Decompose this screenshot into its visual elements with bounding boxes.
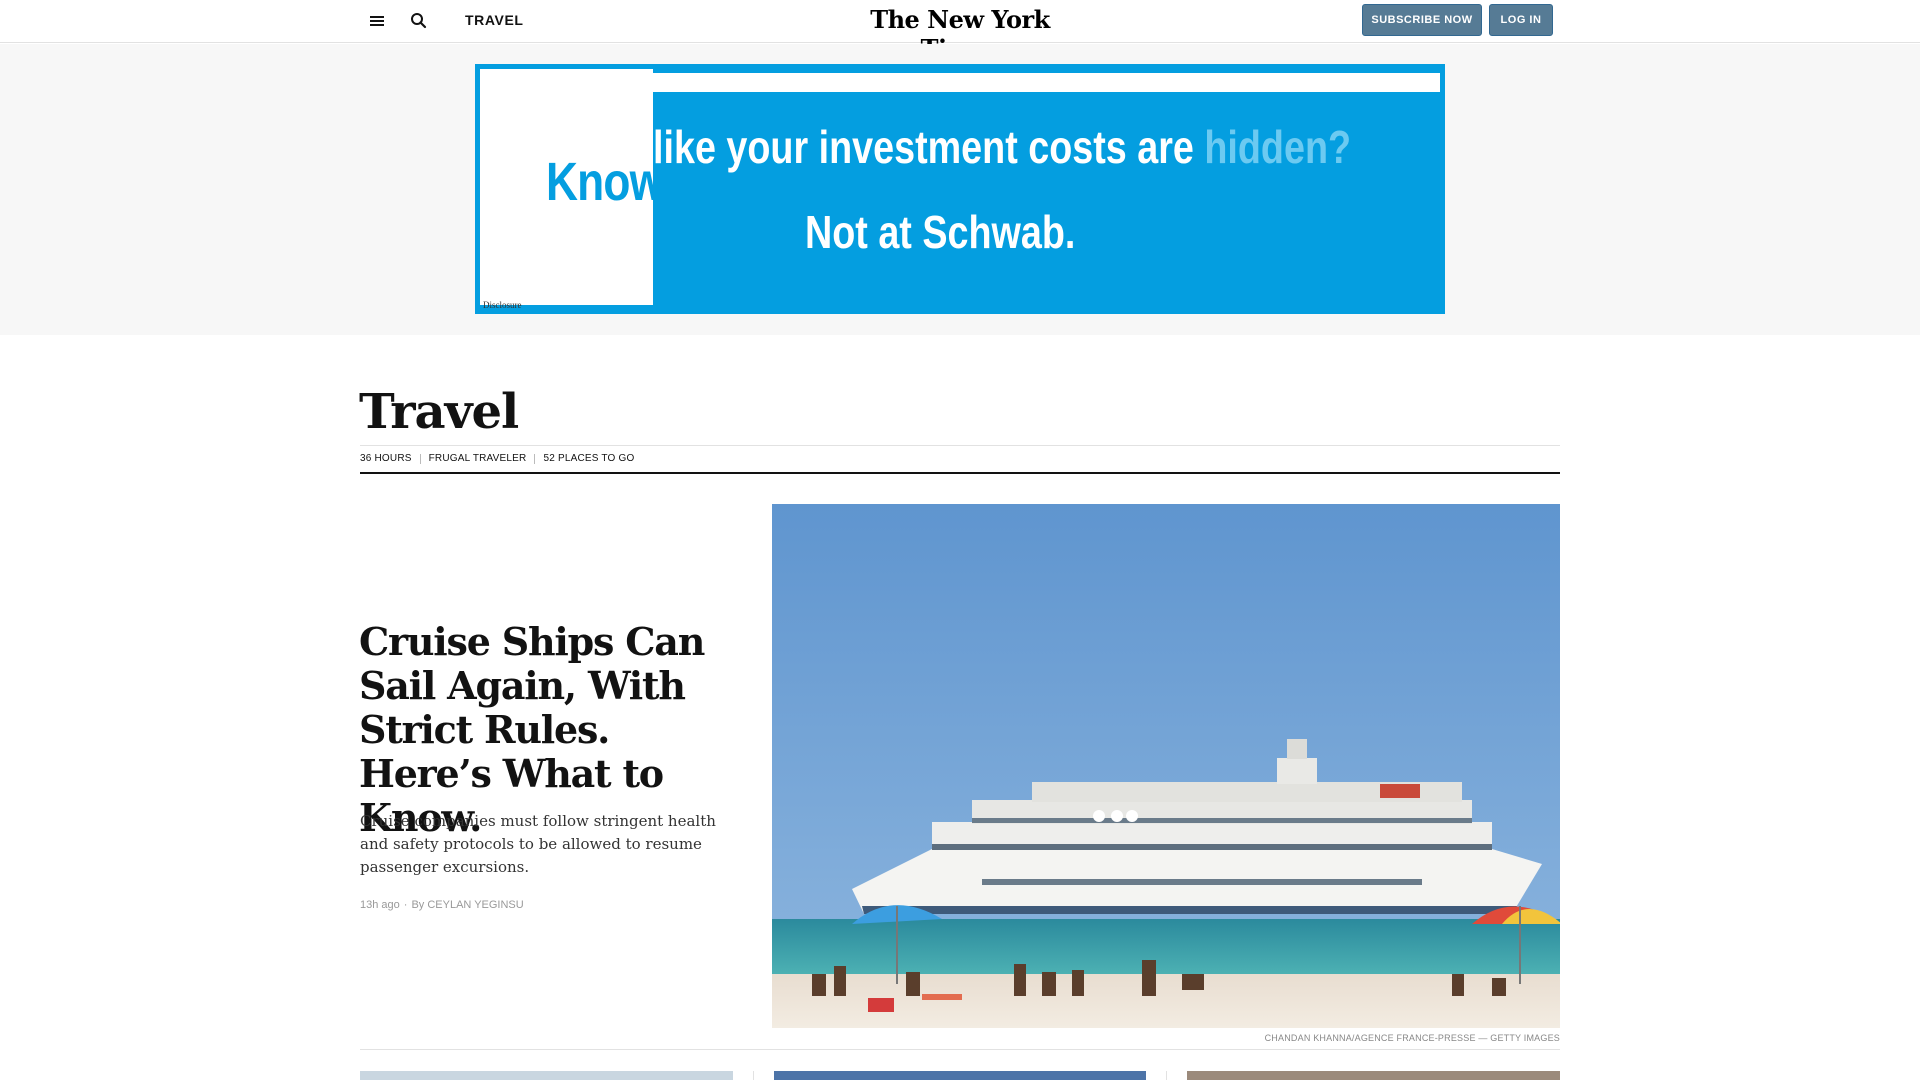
ad-headline: like your investment costs are hidden?	[653, 121, 1352, 173]
divider	[534, 453, 536, 464]
search-icon[interactable]	[408, 10, 430, 32]
ad-tagline: Not at Schwab.	[805, 206, 1076, 258]
section-link-travel[interactable]: TRAVEL	[465, 12, 524, 28]
ad-highlight-word: hidden?	[1204, 121, 1352, 173]
divider	[1166, 1071, 1167, 1080]
lead-story-meta: 13h ago · By CEYLAN YEGINSU	[360, 899, 524, 911]
top-bar: TRAVEL The New York Times SUBSCRIBE NOW …	[0, 0, 1920, 63]
divider	[360, 472, 1560, 474]
advertisement-banner[interactable]: Know like your investment costs are hidd…	[475, 64, 1445, 314]
ad-know-text: Know	[546, 152, 664, 212]
story-thumbnail[interactable]	[1187, 1071, 1560, 1080]
divider	[753, 1071, 754, 1080]
section-title: Travel	[359, 384, 519, 440]
byline: By CEYLAN YEGINSU	[411, 899, 524, 911]
ad-blue-panel: like your investment costs are hidden? N…	[653, 92, 1440, 306]
lead-story-photo[interactable]	[772, 504, 1560, 1028]
photo-credit: CHANDAN KHANNA/AGENCE FRANCE-PRESSE — GE…	[1264, 1033, 1560, 1043]
subnav-item-52-places[interactable]: 52 PLACES TO GO	[543, 453, 634, 464]
divider	[360, 445, 1560, 446]
subnav-item-frugal-traveler[interactable]: FRUGAL TRAVELER	[429, 453, 527, 464]
lead-story-summary: Cruise companies must follow stringent h…	[360, 812, 716, 876]
hamburger-menu-icon[interactable]	[366, 12, 388, 30]
subscribe-button[interactable]: SUBSCRIBE NOW	[1362, 4, 1482, 36]
subnav-item-36-hours[interactable]: 36 HOURS	[360, 453, 412, 464]
story-thumbnail[interactable]	[360, 1071, 733, 1080]
divider	[419, 453, 421, 464]
story-thumbnail[interactable]	[774, 1071, 1146, 1080]
login-button[interactable]: LOG IN	[1489, 4, 1553, 36]
divider	[360, 1049, 1560, 1050]
lead-story-headline[interactable]: Cruise Ships Can Sail Again, With Strict…	[359, 620, 739, 840]
ad-disclosure-link[interactable]: Disclosure	[483, 300, 522, 309]
section-subnav: 36 HOURS FRUGAL TRAVELER 52 PLACES TO GO	[360, 453, 634, 464]
timestamp: 13h ago	[360, 899, 400, 911]
